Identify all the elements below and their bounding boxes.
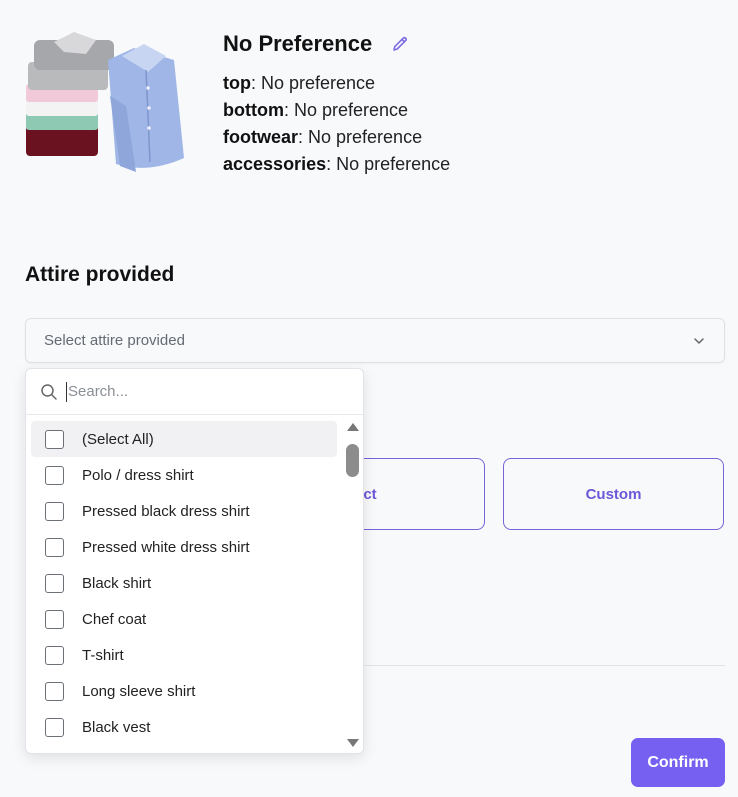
preference-line-top: top: No preference xyxy=(223,73,376,93)
checkbox[interactable] xyxy=(45,573,64,593)
chevron-down-icon xyxy=(694,337,704,344)
attire-section-title: Attire provided xyxy=(25,263,175,286)
pencil-icon[interactable] xyxy=(390,34,410,54)
attire-dropdown: (Select All) Polo / dress shirt Pressed … xyxy=(25,368,364,754)
option-chef-coat[interactable]: Chef coat xyxy=(31,601,337,637)
option-pressed-white-dress-shirt[interactable]: Pressed white dress shirt xyxy=(31,529,337,565)
checkbox[interactable] xyxy=(45,501,64,521)
option-black-shirt[interactable]: Black shirt xyxy=(31,565,337,601)
shirts-image xyxy=(26,32,184,172)
scroll-thumb[interactable] xyxy=(346,444,359,477)
search-input[interactable] xyxy=(66,381,326,402)
checkbox[interactable] xyxy=(45,609,64,629)
custom-option-label: Custom xyxy=(585,485,642,503)
option-long-sleeve-shirt[interactable]: Long sleeve shirt xyxy=(31,673,337,709)
custom-option-card[interactable]: Custom xyxy=(503,458,724,530)
checkbox[interactable] xyxy=(45,429,64,449)
dropdown-search-row xyxy=(26,369,363,415)
preference-line-bottom: bottom: No preference xyxy=(223,100,409,120)
attire-select-placeholder: Select attire provided xyxy=(44,332,185,349)
dropdown-scrollbar[interactable] xyxy=(342,416,363,753)
scroll-down-arrow-icon[interactable] xyxy=(346,738,360,748)
checkbox[interactable] xyxy=(45,537,64,557)
option-select-all[interactable]: (Select All) xyxy=(31,421,337,457)
confirm-button[interactable]: Confirm xyxy=(631,738,725,787)
checkbox[interactable] xyxy=(45,681,64,701)
option-t-shirt[interactable]: T-shirt xyxy=(31,637,337,673)
checkbox[interactable] xyxy=(45,717,64,737)
scroll-up-arrow-icon[interactable] xyxy=(346,422,360,432)
option-polo-dress-shirt[interactable]: Polo / dress shirt xyxy=(31,457,337,493)
checkbox[interactable] xyxy=(45,645,64,665)
divider xyxy=(363,665,725,666)
option-pressed-black-dress-shirt[interactable]: Pressed black dress shirt xyxy=(31,493,337,529)
preference-title: No Preference xyxy=(223,31,373,56)
preference-line-accessories: accessories: No preference xyxy=(223,154,451,174)
checkbox[interactable] xyxy=(45,465,64,485)
search-icon xyxy=(41,383,57,400)
attire-option-list: (Select All) Polo / dress shirt Pressed … xyxy=(26,416,342,745)
preference-line-footwear: footwear: No preference xyxy=(223,127,423,147)
preference-info: No Preference top: No preference bottom:… xyxy=(223,30,450,178)
option-black-vest[interactable]: Black vest xyxy=(31,709,337,745)
attire-select[interactable]: Select attire provided xyxy=(25,318,725,363)
